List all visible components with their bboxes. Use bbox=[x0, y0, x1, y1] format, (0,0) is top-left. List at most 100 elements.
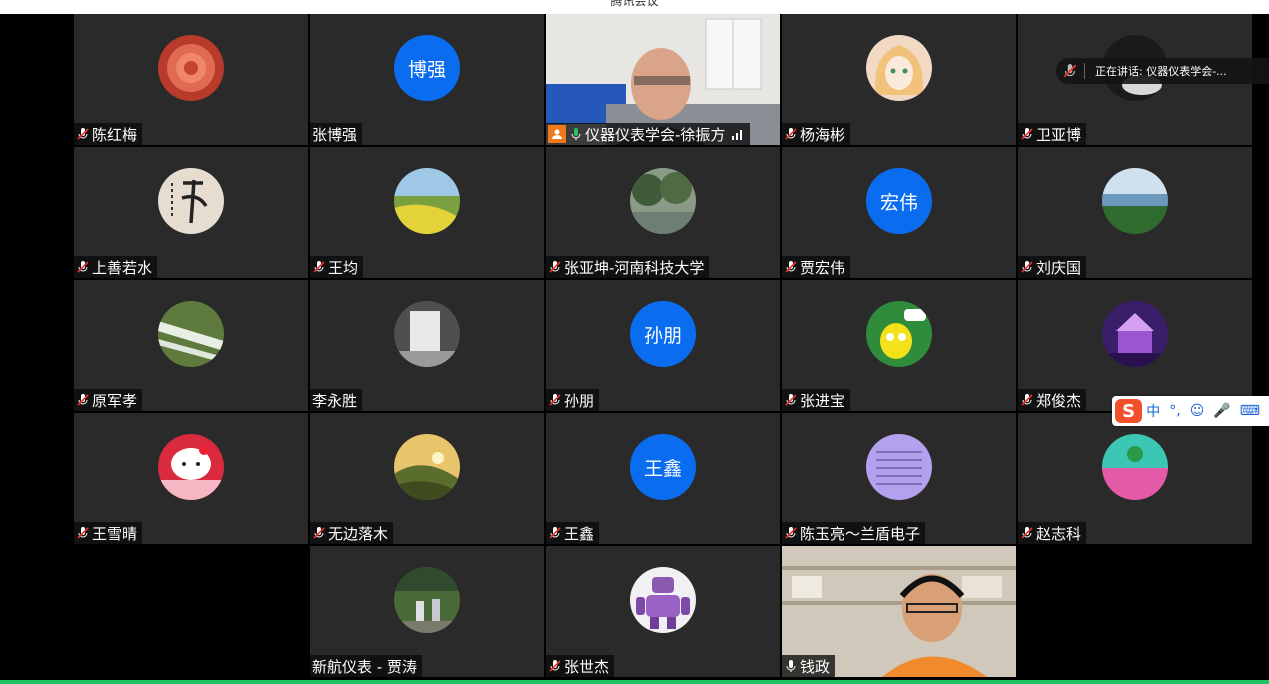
participant-namebar: 仪器仪表学会-徐振方 bbox=[546, 123, 751, 145]
participant-tile[interactable]: 孙朋 孙朋 bbox=[546, 280, 780, 411]
participant-namebar: 新航仪表 - 贾涛 bbox=[310, 655, 422, 677]
sogou-logo-icon[interactable]: S bbox=[1115, 399, 1143, 423]
participant-name: 仪器仪表学会-徐振方 bbox=[585, 125, 726, 144]
bottom-border bbox=[0, 680, 1269, 684]
participant-name: 陈玉亮～兰盾电子 bbox=[800, 524, 921, 543]
mic-muted-icon bbox=[1021, 394, 1033, 406]
participant-tile[interactable]: 杨海彬 bbox=[782, 14, 1016, 145]
anime-girl-avatar bbox=[866, 35, 932, 101]
participant-tile[interactable]: 赵志科 bbox=[1018, 413, 1252, 544]
mic-muted-icon bbox=[549, 527, 561, 539]
mic-muted-icon bbox=[1021, 527, 1033, 539]
ime-emoji-icon[interactable]: ☺ bbox=[1190, 403, 1205, 419]
participant-tile[interactable]: 陈红梅 bbox=[74, 14, 308, 145]
mic-muted-icon bbox=[549, 394, 561, 406]
divider bbox=[1084, 63, 1085, 79]
tulip-field-avatar bbox=[1102, 434, 1168, 500]
participant-tile[interactable]: 陈玉亮～兰盾电子 bbox=[782, 413, 1016, 544]
participant-tile[interactable]: 宏伟 贾宏伟 bbox=[782, 147, 1016, 278]
participant-name: 陈红梅 bbox=[92, 125, 138, 144]
participant-tile[interactable]: 上善若水 bbox=[74, 147, 308, 278]
participant-namebar: 陈红梅 bbox=[74, 123, 143, 145]
ime-keyboard-icon[interactable]: ⌨ bbox=[1240, 403, 1260, 419]
participant-tile[interactable]: 博强 张博强 bbox=[310, 14, 544, 145]
participant-tile[interactable]: 李永胜 bbox=[310, 280, 544, 411]
participant-tile[interactable]: 钱政 bbox=[782, 546, 1016, 677]
participant-namebar: 李永胜 bbox=[310, 389, 363, 411]
speaking-indicator: 正在讲话: 仪器仪表学会-... bbox=[1056, 58, 1269, 84]
mic-muted-icon bbox=[77, 128, 89, 140]
carousel-avatar bbox=[1102, 301, 1168, 367]
rose-avatar bbox=[158, 35, 224, 101]
mic-muted-icon bbox=[77, 527, 89, 539]
participant-namebar: 王雪晴 bbox=[74, 522, 143, 544]
speaking-text: 正在讲话: 仪器仪表学会-... bbox=[1095, 65, 1227, 78]
text-avatar: 博强 bbox=[394, 35, 460, 101]
participant-name: 张亚坤-河南科技大学 bbox=[564, 258, 705, 277]
mic-muted-icon bbox=[785, 394, 797, 406]
participant-tile[interactable]: 张世杰 bbox=[546, 546, 780, 677]
participant-namebar: 卫亚博 bbox=[1018, 123, 1087, 145]
ime-chinese-mode[interactable]: 中 bbox=[1146, 401, 1160, 421]
participant-name: 刘庆国 bbox=[1036, 258, 1082, 277]
participant-namebar: 杨海彬 bbox=[782, 123, 851, 145]
hello-kitty-avatar bbox=[158, 434, 224, 500]
participant-namebar: 张博强 bbox=[310, 123, 363, 145]
participant-name: 杨海彬 bbox=[800, 125, 846, 144]
participant-name: 钱政 bbox=[800, 657, 831, 676]
participant-namebar: 张世杰 bbox=[546, 655, 615, 677]
document-avatar bbox=[866, 434, 932, 500]
participant-tile[interactable]: 新航仪表 - 贾涛 bbox=[310, 546, 544, 677]
ime-punctuation[interactable]: °, bbox=[1169, 403, 1180, 419]
participant-namebar: 钱政 bbox=[782, 655, 836, 677]
participant-namebar: 王均 bbox=[310, 256, 364, 278]
participant-tile[interactable]: 王雪晴 bbox=[74, 413, 308, 544]
participant-tile[interactable]: 张亚坤-河南科技大学 bbox=[546, 147, 780, 278]
text-avatar: 宏伟 bbox=[866, 168, 932, 234]
text-avatar: 孙朋 bbox=[630, 301, 696, 367]
text-avatar: 王鑫 bbox=[630, 434, 696, 500]
waterfall-avatar bbox=[158, 301, 224, 367]
participant-name: 王雪晴 bbox=[92, 524, 138, 543]
participant-tile[interactable]: 王均 bbox=[310, 147, 544, 278]
participant-namebar: 孙朋 bbox=[546, 389, 600, 411]
falls-avatar bbox=[394, 301, 460, 367]
participant-name: 原军孝 bbox=[92, 391, 138, 410]
window-titlebar: 腾讯会议 bbox=[0, 0, 1269, 14]
participant-namebar: 刘庆国 bbox=[1018, 256, 1087, 278]
mic-muted-icon bbox=[77, 394, 89, 406]
mic-muted-icon bbox=[313, 527, 325, 539]
participant-tile[interactable]: 王鑫 王鑫 bbox=[546, 413, 780, 544]
people-outdoor-avatar bbox=[394, 567, 460, 633]
participant-tile[interactable]: 刘庆国 bbox=[1018, 147, 1252, 278]
robot-avatar bbox=[630, 567, 696, 633]
participant-name: 张世杰 bbox=[564, 657, 610, 676]
participant-namebar: 原军孝 bbox=[74, 389, 143, 411]
participant-name: 王均 bbox=[328, 258, 359, 277]
ime-voice-icon[interactable]: 🎤 bbox=[1213, 403, 1230, 419]
participant-name: 新航仪表 - 贾涛 bbox=[312, 657, 417, 676]
ime-toolbar[interactable]: S 中 °, ☺ 🎤 ⌨ bbox=[1112, 396, 1269, 426]
participant-tile-active[interactable]: 仪器仪表学会-徐振方 bbox=[546, 14, 780, 145]
participant-tile[interactable]: 原军孝 bbox=[74, 280, 308, 411]
participant-name: 王鑫 bbox=[564, 524, 595, 543]
participant-tile[interactable]: 无边落木 bbox=[310, 413, 544, 544]
participant-name: 赵志科 bbox=[1036, 524, 1082, 543]
participant-tile[interactable]: 张进宝 bbox=[782, 280, 1016, 411]
participant-name: 郑俊杰 bbox=[1036, 391, 1082, 410]
signal-strength-icon bbox=[732, 130, 743, 140]
mic-muted-icon bbox=[549, 261, 561, 273]
participant-namebar: 陈玉亮～兰盾电子 bbox=[782, 522, 926, 544]
participant-namebar: 郑俊杰 bbox=[1018, 389, 1087, 411]
mic-muted-icon bbox=[785, 527, 797, 539]
participant-namebar: 张进宝 bbox=[782, 389, 851, 411]
participant-namebar: 无边落木 bbox=[310, 522, 394, 544]
participant-name: 上善若水 bbox=[92, 258, 153, 277]
participant-name: 孙朋 bbox=[564, 391, 595, 410]
participant-name: 张博强 bbox=[312, 125, 358, 144]
participant-name: 李永胜 bbox=[312, 391, 358, 410]
participant-tile[interactable]: 郑俊杰 bbox=[1018, 280, 1252, 411]
participant-namebar: 王鑫 bbox=[546, 522, 600, 544]
participant-namebar: 上善若水 bbox=[74, 256, 158, 278]
participant-namebar: 张亚坤-河南科技大学 bbox=[546, 256, 710, 278]
